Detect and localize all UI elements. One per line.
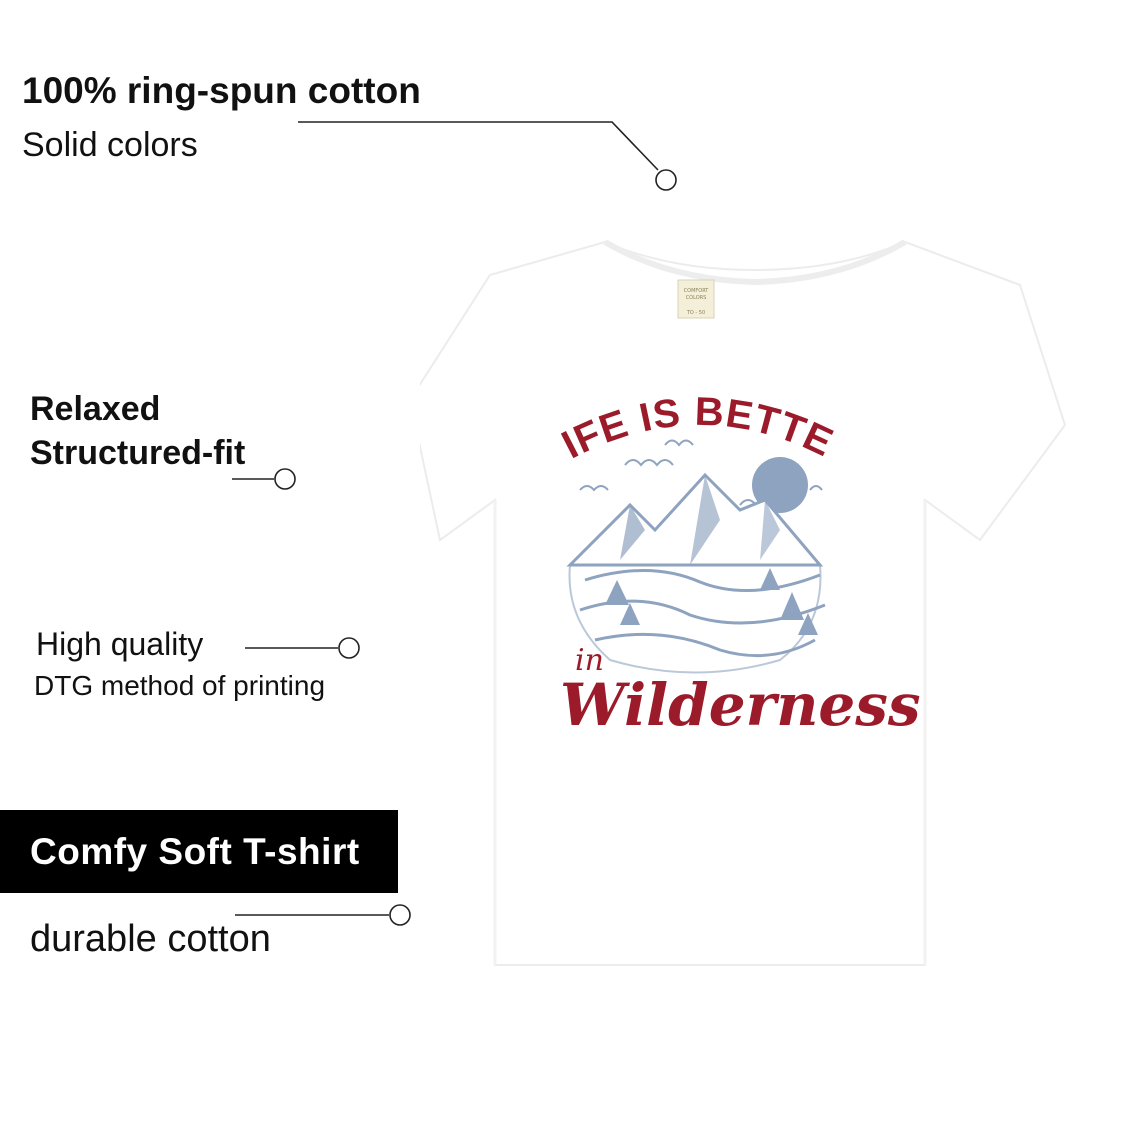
print-feature-subtitle: DTG method of printing: [34, 670, 326, 701]
callout-dot-print: [338, 637, 360, 659]
fit-feature-title: Relaxed: [30, 390, 161, 428]
fit-feature-subtitle: Structured-fit: [30, 434, 246, 472]
tag-text-2: COLORS: [686, 295, 707, 301]
product-type-label: Comfy Soft T-shirt: [30, 830, 360, 872]
cotton-feature-subtitle: Solid colors: [22, 126, 198, 164]
callout-dot-durable: [389, 904, 411, 926]
cotton-feature-title: 100% ring-spun cotton: [22, 70, 421, 111]
callout-dot-cotton: [655, 169, 677, 191]
tag-text-3: TO - 50: [686, 310, 705, 316]
print-feature-title: High quality: [36, 626, 204, 662]
callout-line-cotton: [298, 121, 659, 171]
tshirt-body: [420, 240, 1067, 966]
callout-dot-fit: [274, 468, 296, 490]
durable-feature-label: durable cotton: [30, 918, 271, 960]
neck-tag: COMFORT COLORS TO - 50: [677, 279, 715, 319]
design-script-word: Wilderness: [560, 671, 921, 739]
tshirt-image: COMFORT COLORS TO - 50 LIFE IS BETTER: [420, 230, 1067, 966]
tag-text-1: COMFORT: [684, 288, 710, 294]
product-type-banner: Comfy Soft T-shirt: [0, 810, 398, 893]
